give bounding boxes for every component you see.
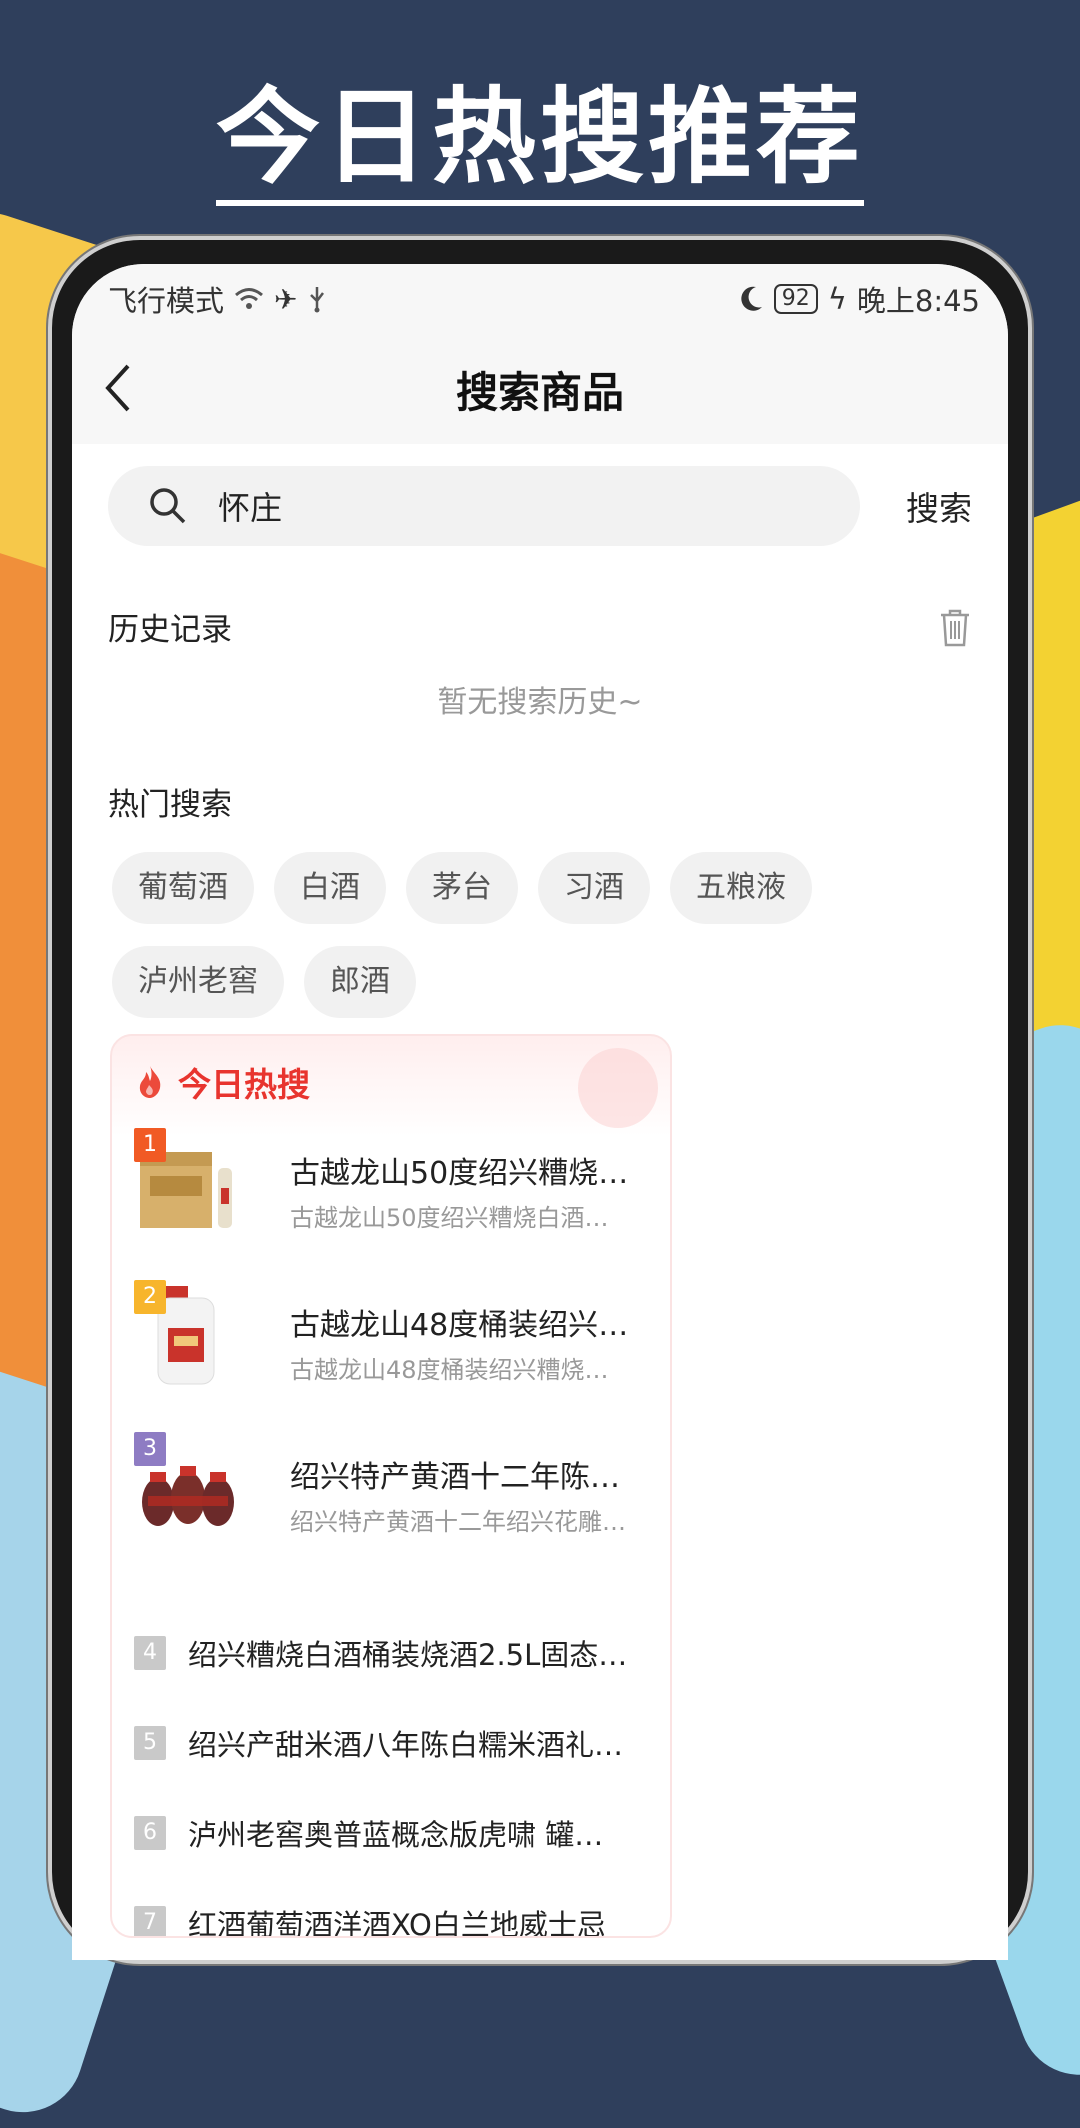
- hot-item-title: 绍兴特产黄酒十二年陈花雕酒: [290, 1460, 630, 1495]
- promo-headline-text: 今日热搜推荐: [215, 76, 864, 206]
- hot-item-title: 泸州老窖奥普蓝概念版虎啸 罐装白酒: [188, 1818, 628, 1852]
- hot-item-text: 绍兴特产黄酒十二年陈花雕酒 绍兴特产黄酒十二年绍兴花雕酒坛装: [290, 1452, 630, 1537]
- hot-item-text: 古越龙山50度绍兴糟烧白酒整箱 古越龙山50度绍兴糟烧白酒整箱装: [290, 1148, 630, 1233]
- flame-icon: [139, 1066, 161, 1098]
- rank-badge: 3: [134, 1432, 166, 1466]
- hot-item-title: 红酒葡萄酒洋酒XO白兰地威士忌: [188, 1908, 606, 1938]
- hot-item[interactable]: 5 绍兴产甜米酒八年陈白糯米酒礼盒装: [112, 1698, 670, 1788]
- hot-item[interactable]: 6 泸州老窖奥普蓝概念版虎啸 罐装白酒: [112, 1788, 670, 1878]
- status-right: 92 ϟ 晚上8:45: [738, 278, 980, 320]
- hot-tags: 葡萄酒 白酒 茅台 习酒 五粮液 泸州老窖 郎酒: [72, 824, 1008, 1032]
- hot-item-text: 古越龙山48度桶装绍兴糟烧白酒 古越龙山48度桶装绍兴糟烧白酒2.5L: [290, 1300, 630, 1385]
- phone-frame: 飞行模式 ✈ 92 ϟ 晚上8:45 搜索商品 搜索: [48, 236, 1032, 1964]
- hot-item-subtitle: 古越龙山50度绍兴糟烧白酒整箱装: [290, 1204, 630, 1232]
- hot-item[interactable]: 4 绍兴糟烧白酒桶装烧酒2.5L固态发酵: [112, 1608, 670, 1698]
- hot-tag[interactable]: 葡萄酒: [112, 852, 254, 924]
- hot-tag[interactable]: 郎酒: [304, 946, 416, 1018]
- hot-search-header: 热门搜索: [72, 779, 1008, 824]
- search-icon: [150, 488, 186, 524]
- search-input[interactable]: [216, 486, 780, 526]
- hot-tag[interactable]: 五粮液: [670, 852, 812, 924]
- clock: 晚上8:45: [856, 284, 980, 318]
- phone-screen: 飞行模式 ✈ 92 ϟ 晚上8:45 搜索商品 搜索: [72, 264, 1008, 1960]
- hot-item-subtitle: 古越龙山48度桶装绍兴糟烧白酒2.5L: [290, 1356, 630, 1384]
- airplane-icon: ✈: [274, 282, 298, 316]
- hot-item-title: 古越龙山50度绍兴糟烧白酒整箱: [290, 1156, 630, 1191]
- moon-icon: [741, 286, 762, 311]
- search-button[interactable]: 搜索: [906, 482, 972, 530]
- today-hot-card: 今日热搜 1 古越龙山50度绍兴糟烧白酒整箱 古越龙山50度绍兴糟烧白酒整箱装 …: [110, 1034, 672, 1938]
- rank-badge: 7: [134, 1906, 166, 1936]
- trash-icon[interactable]: [938, 607, 972, 647]
- back-button[interactable]: [102, 362, 132, 427]
- today-hot-title: 今日热搜: [178, 1065, 310, 1104]
- promo-headline: 今日热搜推荐: [0, 52, 1080, 206]
- hot-item-title: 古越龙山48度桶装绍兴糟烧白酒: [290, 1308, 630, 1343]
- hot-item[interactable]: 3 绍兴特产黄酒十二年陈花雕酒 绍兴特产黄酒十二年绍兴花雕酒坛装: [112, 1432, 670, 1584]
- status-left: 飞行模式 ✈: [108, 278, 327, 320]
- hot-item[interactable]: 1 古越龙山50度绍兴糟烧白酒整箱 古越龙山50度绍兴糟烧白酒整箱装: [112, 1128, 670, 1280]
- rank-badge: 1: [134, 1128, 166, 1162]
- rank-badge: 2: [134, 1280, 166, 1314]
- battery-indicator: 92: [773, 284, 818, 314]
- page-title: 搜索商品: [455, 367, 624, 417]
- chevron-left-icon: [105, 364, 130, 412]
- history-title: 历史记录: [108, 612, 232, 648]
- hot-search-title: 热门搜索: [108, 787, 232, 823]
- search-row: 搜索: [72, 444, 1008, 546]
- hot-tag[interactable]: 白酒: [274, 852, 386, 924]
- hot-item[interactable]: 7 红酒葡萄酒洋酒XO白兰地威士忌: [112, 1878, 670, 1938]
- status-bar: 飞行模式 ✈ 92 ϟ 晚上8:45: [72, 264, 1008, 334]
- hot-item-title: 绍兴糟烧白酒桶装烧酒2.5L固态发酵: [188, 1638, 628, 1672]
- hot-tag[interactable]: 习酒: [538, 852, 650, 924]
- usb-icon: [310, 287, 325, 313]
- rank-badge: 5: [134, 1726, 166, 1760]
- nav-bar: 搜索商品: [72, 334, 1008, 444]
- hot-item[interactable]: 2 古越龙山48度桶装绍兴糟烧白酒 古越龙山48度桶装绍兴糟烧白酒2.5L: [112, 1280, 670, 1432]
- charging-icon: ϟ: [827, 282, 847, 316]
- hot-tag[interactable]: 泸州老窖: [112, 946, 284, 1018]
- search-box[interactable]: [108, 466, 860, 546]
- rank-badge: 4: [134, 1636, 166, 1670]
- wifi-icon: [235, 288, 263, 309]
- rank-badge: 6: [134, 1816, 166, 1850]
- hot-item-title: 绍兴产甜米酒八年陈白糯米酒礼盒装: [188, 1728, 628, 1762]
- hot-tag[interactable]: 茅台: [406, 852, 518, 924]
- history-empty-text: 暂无搜索历史~: [437, 685, 643, 720]
- airplane-mode-text: 飞行模式: [108, 284, 225, 318]
- decorative-badge: [578, 1048, 658, 1128]
- history-header: 历史记录: [72, 604, 1008, 649]
- hot-item-subtitle: 绍兴特产黄酒十二年绍兴花雕酒坛装: [290, 1508, 630, 1536]
